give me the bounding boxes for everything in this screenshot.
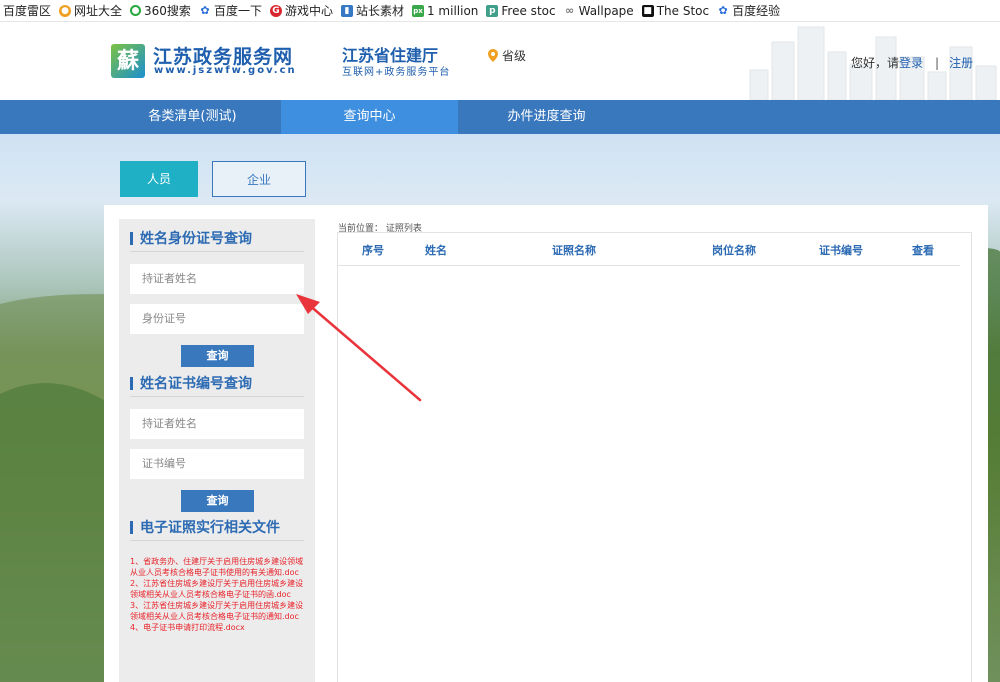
user-area: 您好，请登录 | 注册 xyxy=(851,54,973,71)
doc-link[interactable]: 3、江苏省住房城乡建设厅关于启用住房城乡建设领域相关从业人员考核合格电子证书的通… xyxy=(130,600,308,622)
watermark-url: jingyan.baidu.com xyxy=(767,642,897,659)
bookmark-item[interactable]: ● 网址大全 xyxy=(56,0,127,21)
site-logo[interactable]: 蘇 xyxy=(111,44,145,78)
holder-name-input-2[interactable]: 持证者姓名 xyxy=(130,409,304,439)
query-button[interactable]: 查询 xyxy=(181,345,254,367)
nav-item-progress[interactable]: 办件进度查询 xyxy=(458,100,635,134)
nav-item-query-center[interactable]: 查询中心 xyxy=(281,100,458,134)
cert-number-input[interactable]: 证书编号 xyxy=(130,449,304,479)
query-button-2[interactable]: 查询 xyxy=(181,490,254,512)
location-pin-icon xyxy=(488,49,498,62)
main-nav: 各类清单(测试) 查询中心 办件进度查询 xyxy=(0,100,1000,134)
site-header: 蘇 江苏政务服务网 www.jszwfw.gov.cn 江苏省住建厅 互联网+政… xyxy=(0,22,1000,100)
chart-icon: ▮ xyxy=(340,4,353,17)
tab-person[interactable]: 人员 xyxy=(120,161,198,197)
bookmark-label: 百度一下 xyxy=(213,4,262,18)
bookmark-item[interactable]: G 游戏中心 xyxy=(267,0,338,21)
doc-link[interactable]: 1、省政务办、住建厅关于启用住房城乡建设领域从业人员考核合格电子证书使用的有关通… xyxy=(130,556,308,578)
q-icon xyxy=(130,5,142,16)
bookmark-item[interactable]: ✿ 百度一下 xyxy=(196,0,267,21)
site-url: www.jszwfw.gov.cn xyxy=(154,65,297,76)
doc-link[interactable]: 4、电子证书申请打印流程.docx xyxy=(130,622,308,633)
px-icon: px xyxy=(411,4,424,17)
col-header-cert-number: 证书编号 xyxy=(819,244,863,257)
col-header-name: 姓名 xyxy=(425,244,447,257)
category-tabs: 人员 企业 xyxy=(120,161,306,197)
bookmark-item[interactable]: ∞ Wallpape xyxy=(561,0,639,21)
greeting-text: 您好，请 xyxy=(851,56,900,70)
bookmark-label: 游戏中心 xyxy=(284,4,333,18)
holder-name-input[interactable]: 持证者姓名 xyxy=(130,264,304,294)
bookmark-label: Wallpape xyxy=(578,3,634,18)
bookmark-label: 百度经验 xyxy=(732,4,781,18)
bookmark-label: The Stoc xyxy=(656,3,710,18)
id-number-input[interactable]: 身份证号 xyxy=(130,304,304,334)
bookmark-item[interactable]: p Free stoc xyxy=(483,0,560,21)
location-selector[interactable]: 省级 xyxy=(488,47,526,64)
dept-subtitle: 互联网+政务服务平台 xyxy=(342,67,451,78)
login-link[interactable]: 登录 xyxy=(899,56,923,70)
annotation-arrow xyxy=(296,294,422,402)
col-header-position: 岗位名称 xyxy=(712,244,756,257)
bookmark-item[interactable]: px 1 million xyxy=(409,0,483,21)
divider xyxy=(130,540,304,541)
register-link[interactable]: 注册 xyxy=(949,56,973,70)
nav-item-lists[interactable]: 各类清单(测试) xyxy=(124,100,261,134)
p-icon: p xyxy=(486,4,499,17)
section-title-docs: 电子证照实行相关文件 xyxy=(130,519,304,537)
section-title-name-id: 姓名身份证号查询 xyxy=(130,230,304,248)
bookmark-item[interactable]: 百度雷区 xyxy=(0,0,56,21)
bookmarks-bar: 百度雷区 ● 网址大全 360搜索 ✿ 百度一下 G 游戏中心 ▮ 站长素材 px 1 m… xyxy=(0,0,1000,22)
bookmark-label: 百度雷区 xyxy=(3,4,52,18)
bookmark-label: 站长素材 xyxy=(355,4,404,18)
col-header-view: 查看 xyxy=(912,244,934,257)
baidu-watermark: Bai经验 jingyan.baidu.com xyxy=(762,575,897,659)
bookmark-label: Free stoc xyxy=(501,3,556,18)
logo-glyph: 蘇 xyxy=(116,48,139,74)
link-icon: ∞ xyxy=(565,3,575,17)
separator: | xyxy=(935,56,940,70)
paw-icon: ✿ xyxy=(718,3,728,17)
bookmark-label: 网址大全 xyxy=(74,4,123,18)
bookmark-item[interactable]: ■ The Stoc xyxy=(639,0,714,21)
bookmark-item[interactable]: ✿ 百度经验 xyxy=(714,0,785,21)
col-header-cert-name: 证照名称 xyxy=(552,244,596,257)
location-label: 省级 xyxy=(502,49,527,63)
divider xyxy=(130,396,304,397)
table-header: 序号 姓名 证照名称 岗位名称 证书编号 查看 xyxy=(338,233,960,266)
paw-icon: ✿ xyxy=(200,3,210,17)
bookmark-item[interactable]: 360搜索 xyxy=(127,0,196,21)
bookmark-label: 1 million xyxy=(426,3,479,18)
square-icon: ■ xyxy=(641,4,654,17)
col-header-index: 序号 xyxy=(362,244,384,257)
doc-link[interactable]: 2、江苏省住房城乡建设厅关于启用住房城乡建设领域相关从业人员考核合格电子证书的函… xyxy=(130,578,308,600)
g-icon: G xyxy=(269,4,282,17)
divider xyxy=(130,251,304,252)
tab-company[interactable]: 企业 xyxy=(212,161,306,197)
earth-icon: ● xyxy=(59,4,72,17)
watermark-brand: Bai经验 xyxy=(762,594,897,636)
bookmark-item[interactable]: ▮ 站长素材 xyxy=(338,0,409,21)
bookmark-label: 360搜索 xyxy=(144,4,191,18)
docs-list: 1、省政务办、住建厅关于启用住房城乡建设领域从业人员考核合格电子证书使用的有关通… xyxy=(130,556,308,633)
section-title-name-cert: 姓名证书编号查询 xyxy=(130,375,304,393)
